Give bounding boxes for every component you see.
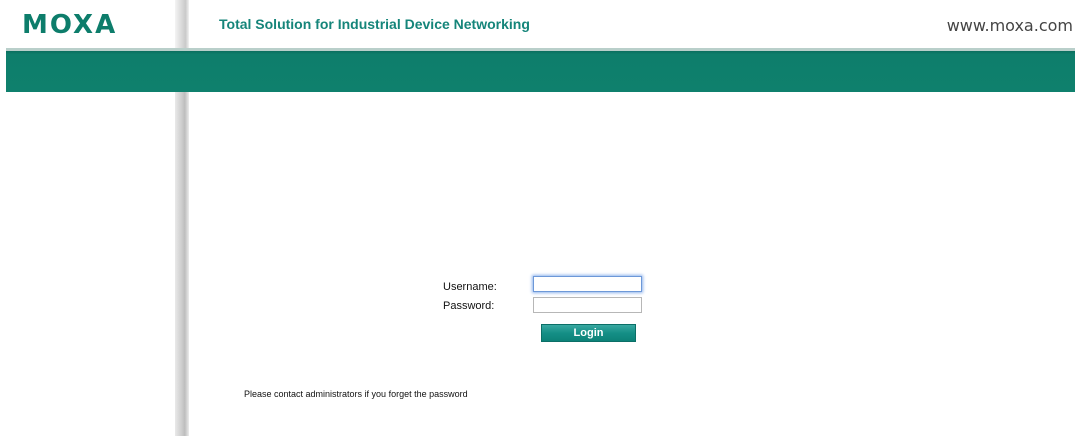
sidebar-divider-top xyxy=(175,0,189,48)
page-header: MOXA ® Total Solution for Industrial Dev… xyxy=(0,0,1075,48)
site-url: www.moxa.com xyxy=(946,16,1073,35)
logo-wordmark: MOXA xyxy=(22,10,118,40)
login-button[interactable]: Login xyxy=(541,324,636,342)
sidebar-divider xyxy=(175,92,189,436)
forgot-password-notice: Please contact administrators if you for… xyxy=(244,389,468,399)
password-input[interactable] xyxy=(533,297,642,313)
password-label: Password: xyxy=(443,300,495,312)
header-tagline: Total Solution for Industrial Device Net… xyxy=(219,16,530,32)
green-banner xyxy=(6,51,1075,92)
username-label: Username: xyxy=(443,281,497,293)
username-input[interactable] xyxy=(533,276,642,292)
moxa-logo: MOXA ® xyxy=(22,10,183,40)
